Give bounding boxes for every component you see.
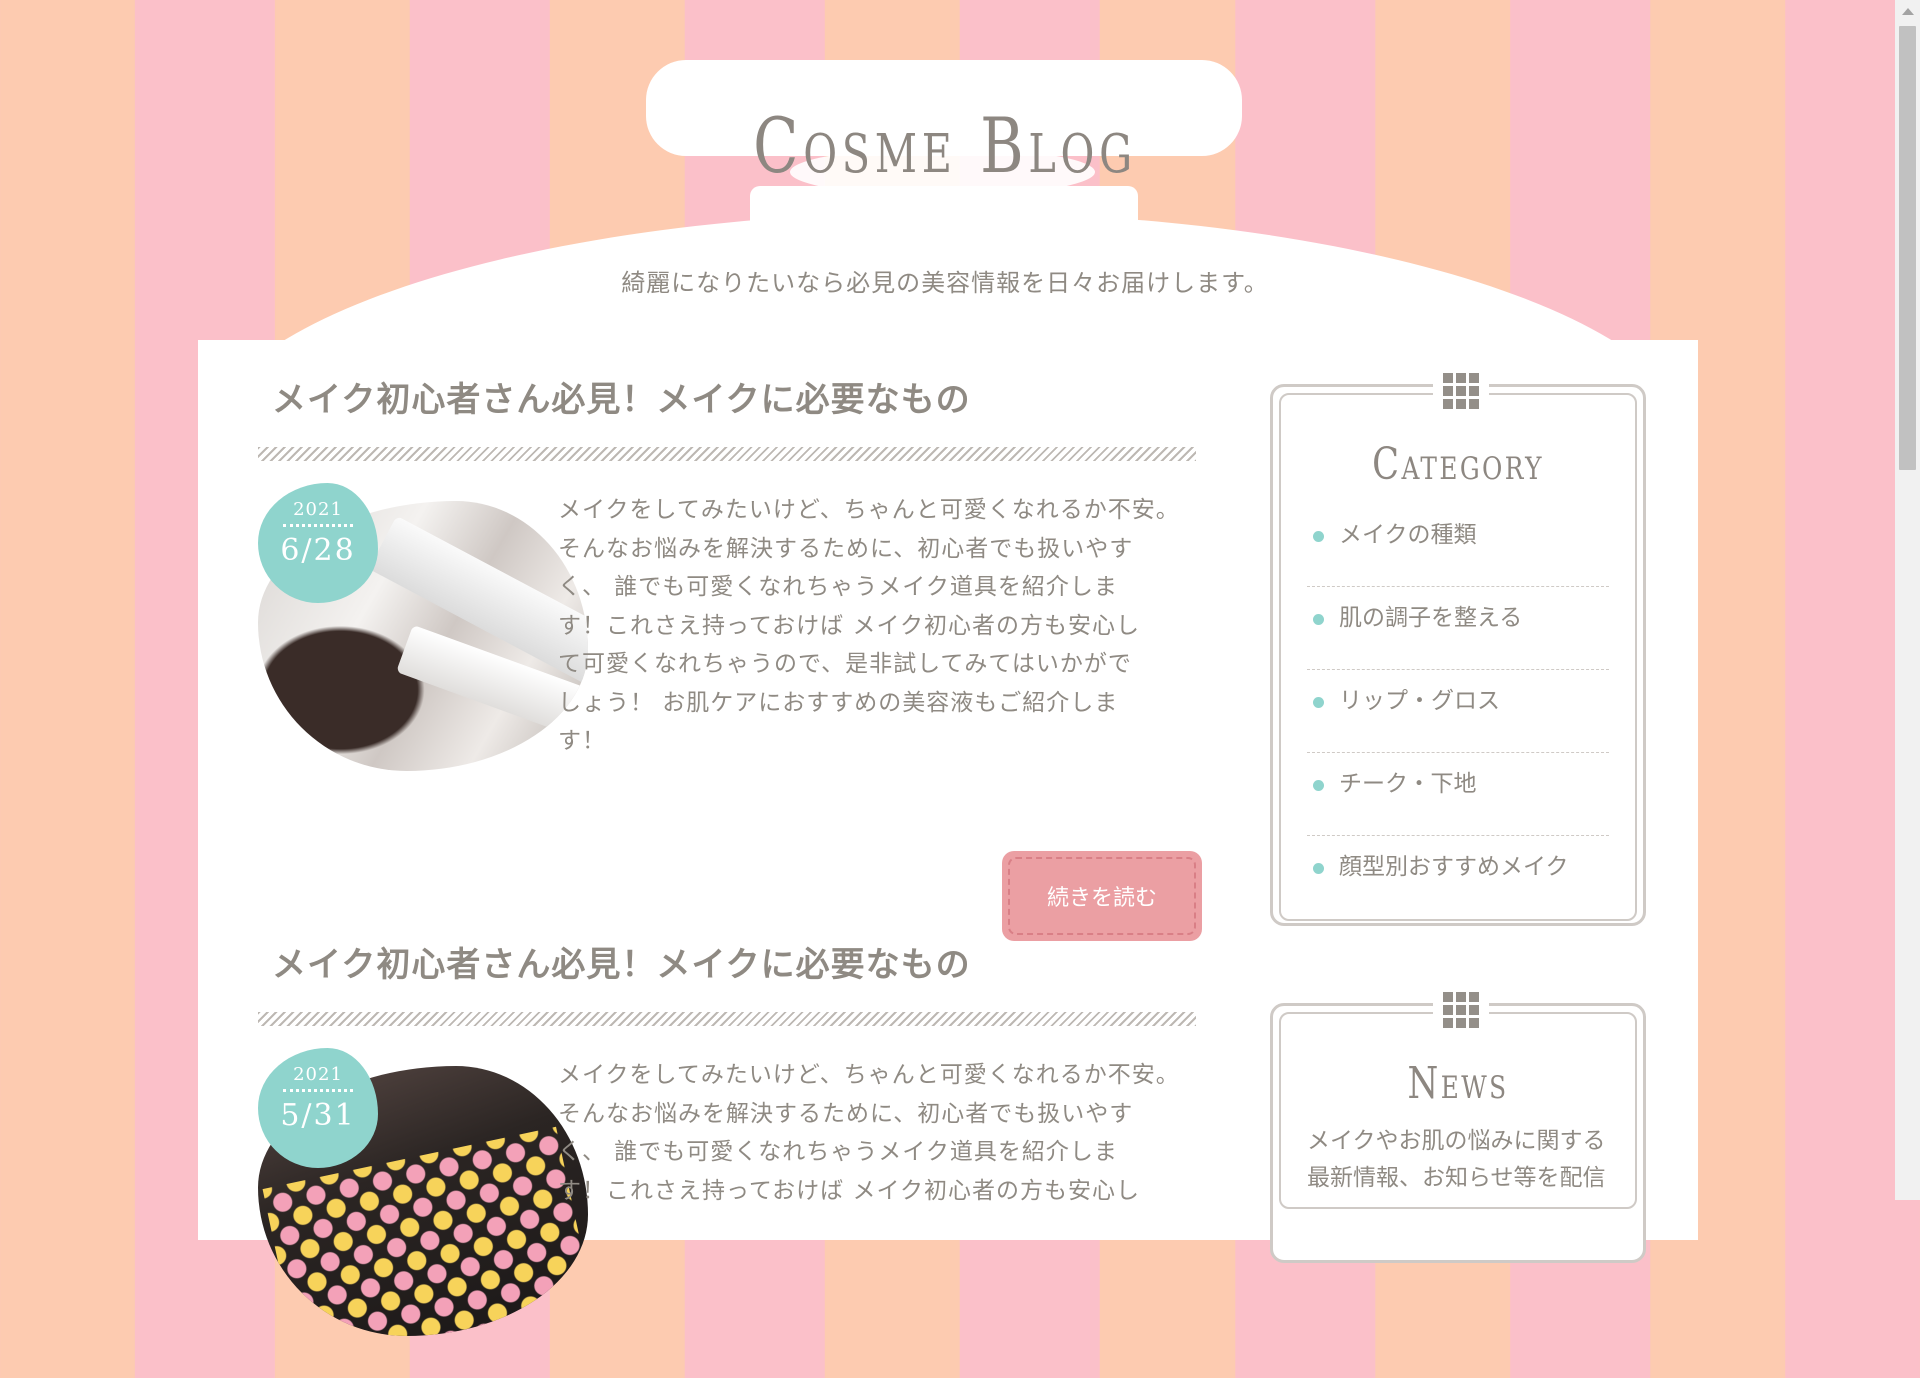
grid-icon xyxy=(1433,373,1489,409)
page-scrollbar[interactable] xyxy=(1895,0,1920,1200)
category-item[interactable]: チーク・下地 xyxy=(1307,753,1609,836)
news-widget: News メイクやお肌の悩みに関する最新情報、お知らせ等を配信 xyxy=(1270,992,1646,1263)
date-day: 6/28 xyxy=(280,533,356,568)
excerpt-text: メイクをしてみたいけど、ちゃんと可愛くなれるか不安。 そんなお悩みを解決するため… xyxy=(558,1062,1180,1204)
category-item[interactable]: リップ・グロス xyxy=(1307,670,1609,753)
scroll-up-arrow-icon[interactable] xyxy=(1902,8,1914,15)
read-more-button[interactable]: 続きを読む xyxy=(1002,851,1202,941)
article-title[interactable]: メイク初心者さん必見！メイクに必要なもの xyxy=(272,372,1198,421)
date-day: 5/31 xyxy=(280,1098,356,1133)
article-title[interactable]: メイク初心者さん必見！メイクに必要なもの xyxy=(272,937,1198,986)
date-badge: 2021 6/28 xyxy=(258,483,378,603)
date-separator xyxy=(283,524,353,527)
category-widget: Category メイクの種類 肌の調子を整える リップ・グロス チーク・下地 … xyxy=(1270,373,1646,926)
category-item[interactable]: メイクの種類 xyxy=(1307,504,1609,587)
grid-icon xyxy=(1433,992,1489,1028)
category-item[interactable]: 肌の調子を整える xyxy=(1307,587,1609,670)
article-card: メイク初心者さん必見！メイクに必要なもの 2021 5/31 メイクをしてみたい… xyxy=(258,937,1198,1378)
date-year: 2021 xyxy=(293,499,343,520)
date-badge: 2021 5/31 xyxy=(258,1048,378,1168)
excerpt-text: メイクをしてみたいけど、ちゃんと可愛くなれるか不安。 そんなお悩みを解決するため… xyxy=(558,497,1180,754)
category-list: メイクの種類 肌の調子を整える リップ・グロス チーク・下地 顔型別おすすめメイ… xyxy=(1307,504,1609,918)
site-tagline: 綺麗になりたいなら必見の美容情報を日々お届けします。 xyxy=(621,269,1269,297)
news-text: メイクやお肌の悩みに関する最新情報、お知らせ等を配信 xyxy=(1307,1128,1606,1191)
read-more-label: 続きを読む xyxy=(1008,857,1196,935)
scrollbar-thumb[interactable] xyxy=(1899,26,1916,470)
news-title: News xyxy=(1407,1058,1509,1109)
site-title[interactable]: Cosme Blog xyxy=(208,108,1682,184)
title-divider xyxy=(258,1012,1196,1026)
article-excerpt: メイクをしてみたいけど、ちゃんと可愛くなれるか不安。 そんなお悩みを解決するため… xyxy=(558,1056,1198,1210)
title-divider xyxy=(258,447,1196,461)
date-separator xyxy=(283,1089,353,1092)
article-card: メイク初心者さん必見！メイクに必要なもの 2021 6/28 メイクをしてみたい… xyxy=(258,372,1202,941)
category-item[interactable]: 顔型別おすすめメイク xyxy=(1307,836,1609,918)
date-year: 2021 xyxy=(293,1064,343,1085)
article-excerpt: メイクをしてみたいけど、ちゃんと可愛くなれるか不安。 そんなお悩みを解決するため… xyxy=(558,491,1198,761)
category-title: Category xyxy=(1372,439,1544,490)
